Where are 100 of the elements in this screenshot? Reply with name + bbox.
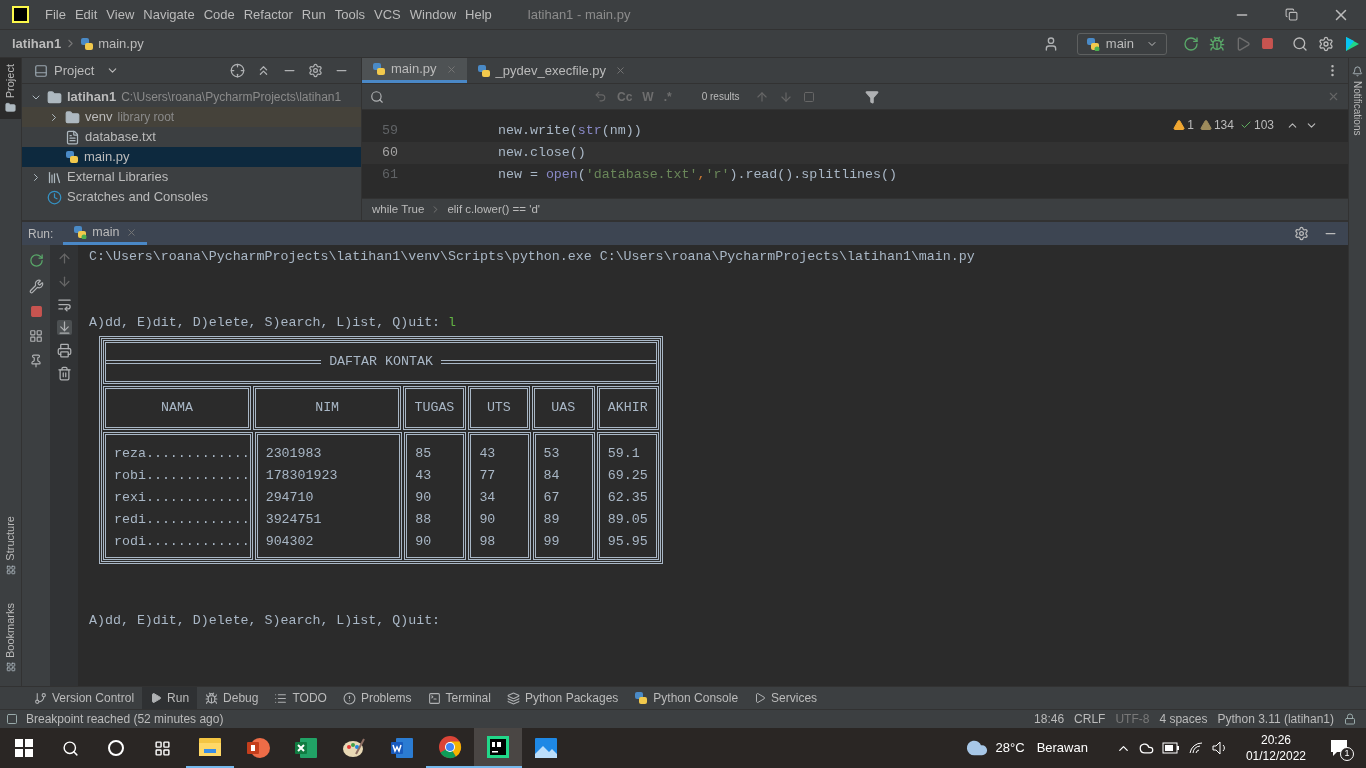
breadcrumb-item[interactable]: latihan1 xyxy=(12,33,62,54)
column-header: UTS xyxy=(467,386,531,430)
search-icon xyxy=(370,89,384,104)
tool-window-tab[interactable]: Terminal xyxy=(419,687,499,709)
menu-item[interactable]: Run xyxy=(301,4,326,25)
wrap-icon[interactable] xyxy=(56,297,72,312)
taskbar-app[interactable] xyxy=(474,728,522,768)
menu-item[interactable]: Code xyxy=(203,4,235,25)
presentation-app-icon xyxy=(246,736,270,760)
lock-icon[interactable] xyxy=(1344,713,1356,725)
menu-item[interactable]: VCS xyxy=(374,4,401,25)
wifi-icon[interactable] xyxy=(1187,741,1204,755)
tool-window-tab[interactable]: Python Packages xyxy=(498,687,627,709)
windows-logo-icon[interactable] xyxy=(15,739,33,757)
tool-window-tab[interactable]: Services xyxy=(746,687,826,709)
search-icon[interactable] xyxy=(62,739,79,757)
python-file-icon xyxy=(476,63,491,78)
app-logo xyxy=(12,6,29,23)
check-icon xyxy=(1239,119,1252,131)
rerun-icon[interactable] xyxy=(1183,35,1199,52)
cortana-icon[interactable] xyxy=(108,740,124,756)
table-cell-text: 62.35 xyxy=(606,489,649,507)
settings-icon[interactable] xyxy=(1318,35,1334,52)
run-label: Run: xyxy=(28,225,54,243)
console-prompt: A)dd, E)dit, D)elete, S)earch, L)ist, Q)uit: xyxy=(89,612,442,631)
status-item[interactable]: Python 3.11 (latihan1) xyxy=(1217,710,1334,728)
tool-window-tab[interactable]: Problems xyxy=(334,687,420,709)
settings-icon[interactable] xyxy=(308,63,323,78)
status-message: Breakpoint reached (52 minutes ago) xyxy=(26,711,224,728)
python-file-icon xyxy=(372,62,386,76)
status-item[interactable]: 18:46 xyxy=(1034,710,1065,728)
restore-icon[interactable] xyxy=(1285,8,1298,21)
battery-icon[interactable] xyxy=(1161,742,1180,754)
column-header: NAMA xyxy=(103,386,252,430)
volume-icon[interactable] xyxy=(1211,741,1228,755)
stop-icon[interactable] xyxy=(1261,37,1274,50)
layers-icon xyxy=(506,691,520,705)
menu-item[interactable]: Tools xyxy=(334,4,366,25)
status-item[interactable]: 4 spaces xyxy=(1159,710,1208,728)
menu-item[interactable]: Edit xyxy=(74,4,98,25)
column-header: AKHIR xyxy=(596,386,659,430)
tree-item[interactable]: Scratches and Consoles xyxy=(22,187,361,207)
layout-icon[interactable] xyxy=(29,329,43,343)
table-cell-text: rodi............. xyxy=(113,533,250,551)
inspection-count[interactable]: 134 xyxy=(1199,116,1234,134)
side-tab[interactable]: Structure xyxy=(0,512,21,579)
side-tab[interactable]: Bookmarks xyxy=(0,598,21,676)
menu-item[interactable]: Navigate xyxy=(143,4,195,25)
stop-icon[interactable] xyxy=(29,305,43,318)
tool-window-tab[interactable]: Version Control xyxy=(26,687,143,709)
table-cell-text: 43 xyxy=(478,445,497,463)
debug-icon[interactable] xyxy=(1209,35,1225,52)
table-cell-text: 294710 xyxy=(264,489,315,507)
tree-item[interactable]: database.txt xyxy=(22,127,361,147)
table-cell-text: 98 xyxy=(478,533,497,551)
inspection-count[interactable]: 103 xyxy=(1239,116,1274,134)
locate-icon[interactable] xyxy=(230,63,245,78)
status-item[interactable]: CRLF xyxy=(1074,710,1106,728)
rerun-icon[interactable] xyxy=(28,253,44,268)
tree-item[interactable]: latihan1 C:\Users\roana\PycharmProjects\latihan1 xyxy=(22,87,361,107)
editor-tab[interactable]: main.py xyxy=(362,58,467,83)
clock[interactable]: 20:26 01/12/2022 xyxy=(1245,732,1306,764)
print-icon[interactable] xyxy=(56,343,72,358)
table-title: DAFTAR KONTAK xyxy=(329,353,433,372)
menu-item[interactable]: Refactor xyxy=(243,4,293,25)
tool-window-tab[interactable]: Debug xyxy=(197,687,267,709)
list-icon xyxy=(274,691,288,705)
settings-icon[interactable] xyxy=(1294,226,1309,241)
breadcrumb-item[interactable]: main.py xyxy=(98,33,144,54)
weather-temperature[interactable]: 28°C xyxy=(995,738,1025,758)
trash-icon[interactable] xyxy=(56,366,72,381)
menu-item[interactable]: File xyxy=(45,4,66,25)
tree-item[interactable]: main.py xyxy=(22,147,361,167)
breadcrumb-item[interactable]: elif c.lower() == 'd' xyxy=(447,200,540,219)
pin-icon[interactable] xyxy=(29,354,43,368)
inspection-count[interactable]: 1 xyxy=(1173,116,1194,134)
weather-condition[interactable]: Berawan xyxy=(1036,738,1088,758)
side-tab[interactable]: Project xyxy=(0,58,21,120)
tree-item[interactable]: venv library root xyxy=(22,107,361,127)
menu-item[interactable]: Help xyxy=(465,4,492,25)
scroll-to-end-icon[interactable] xyxy=(56,320,72,335)
menu-item[interactable]: Window xyxy=(409,4,457,25)
bug-icon xyxy=(205,691,219,705)
tool-window-tab[interactable]: TODO xyxy=(266,687,335,709)
tree-item[interactable]: External Libraries xyxy=(22,167,361,187)
tool-window-tab[interactable]: Run xyxy=(142,687,198,709)
wrench-icon[interactable] xyxy=(28,279,44,294)
menu-item[interactable]: View xyxy=(106,4,135,25)
task-view-icon[interactable] xyxy=(154,739,171,757)
side-tab[interactable]: Notifications xyxy=(1350,66,1365,136)
folder-icon xyxy=(47,89,62,105)
tool-window-tab[interactable]: Python Console xyxy=(626,687,747,709)
cloud-icon[interactable] xyxy=(1138,740,1154,756)
layout-icon[interactable] xyxy=(6,713,18,725)
alert-icon xyxy=(342,691,356,705)
table-cell-text: 95.95 xyxy=(606,533,649,551)
breadcrumb-item[interactable]: while True xyxy=(372,200,425,219)
panel-title[interactable]: Project xyxy=(54,60,95,81)
filter-icon[interactable] xyxy=(865,89,880,104)
run-config-dropdown[interactable]: main xyxy=(1076,32,1167,55)
